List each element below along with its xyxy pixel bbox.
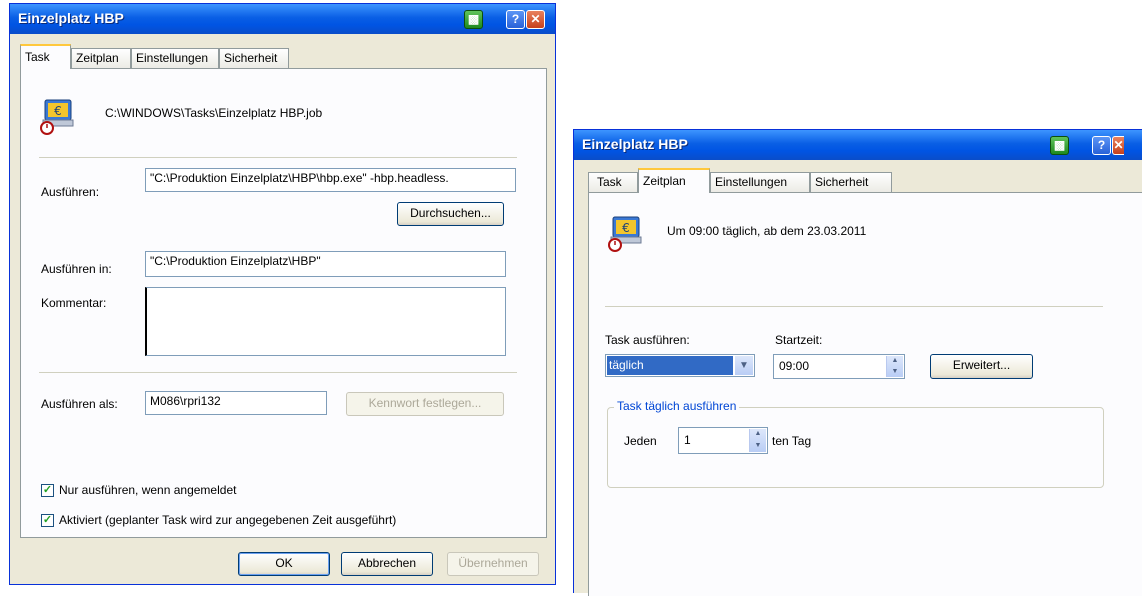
tab-einstellungen[interactable]: Einstellungen [710,172,810,192]
run-label: Ausführen: [41,185,100,199]
close-button[interactable]: ✕ [526,10,545,29]
comment-field[interactable] [145,287,506,356]
start-in-label: Ausführen in: [41,262,112,276]
spin-up-icon[interactable]: ▲ [887,356,903,367]
every-days-spinner[interactable]: ▲ ▼ [749,429,766,452]
every-days-field[interactable]: 1 ▲ ▼ [678,427,768,454]
close-button[interactable]: ✕ [1112,136,1124,155]
every-label: Jeden [624,434,657,448]
every-days-value: 1 [684,433,691,447]
tab-sicherheit[interactable]: Sicherheit [810,172,892,192]
svg-text:€: € [54,104,62,118]
job-path: C:\WINDOWS\Tasks\Einzelplatz HBP.job [105,106,323,120]
enabled-label: Aktiviert (geplanter Task wird zur angeg… [59,513,397,527]
only-if-logged-on-checkbox[interactable]: ✓ [41,484,54,497]
separator [605,306,1103,307]
tab-zeitplan[interactable]: Zeitplan [71,48,131,68]
daily-schedule-group: Task täglich ausführen Jeden 1 ▲ ▼ ten T… [607,399,1104,488]
scheduled-task-icon: € [608,216,642,252]
task-panel: € C:\WINDOWS\Tasks\Einzelplatz HBP.job A… [20,68,547,538]
schedule-panel: € Um 09:00 täglich, ab dem 23.03.2011 Ta… [588,192,1142,596]
enabled-checkbox[interactable]: ✓ [41,514,54,527]
task-dialog-left: Einzelplatz HBP ▩ ? ✕ Task Zeitplan Eins… [9,3,556,585]
schedule-task-value: täglich [607,356,733,375]
only-if-logged-on-label: Nur ausführen, wenn angemeldet [59,483,237,497]
start-time-label: Startzeit: [775,333,823,347]
apply-button[interactable]: Übernehmen [447,552,539,576]
tab-task[interactable]: Task [20,44,71,69]
tab-sicherheit[interactable]: Sicherheit [219,48,289,68]
ok-button[interactable]: OK [238,552,330,576]
schedule-task-dropdown[interactable]: täglich ▼ [605,354,755,377]
start-in-field[interactable]: "C:\Produktion Einzelplatz\HBP" [145,251,506,277]
spin-down-icon[interactable]: ▼ [750,441,766,453]
title-bar: Einzelplatz HBP ▩ ? ✕ [574,130,1142,160]
day-suffix-label: ten Tag [772,434,812,448]
svg-text:€: € [622,221,630,235]
chevron-down-icon[interactable]: ▼ [735,356,753,375]
comment-label: Kommentar: [41,296,107,310]
browse-button[interactable]: Durchsuchen... [397,202,504,226]
schedule-task-label: Task ausführen: [605,333,690,347]
tab-einstellungen[interactable]: Einstellungen [131,48,219,68]
start-time-field[interactable]: 09:00 ▲ ▼ [773,354,905,379]
scheduled-task-icon: € [40,99,74,135]
spin-up-icon[interactable]: ▲ [750,429,766,441]
window-title: Einzelplatz HBP [18,10,124,26]
scheduler-tray-icon: ▩ [464,10,483,29]
spin-down-icon[interactable]: ▼ [887,367,903,378]
run-as-field[interactable]: M086\rpri132 [145,391,327,415]
advanced-button[interactable]: Erweitert... [930,354,1033,379]
task-dialog-right: Einzelplatz HBP ▩ ? ✕ Task Zeitplan Eins… [573,129,1142,596]
cancel-button[interactable]: Abbrechen [341,552,433,576]
start-time-value: 09:00 [779,359,810,373]
help-button[interactable]: ? [506,10,525,29]
scheduler-tray-icon: ▩ [1050,136,1069,155]
tab-zeitplan[interactable]: Zeitplan [638,168,710,193]
set-password-button[interactable]: Kennwort festlegen... [346,392,504,416]
tab-task[interactable]: Task [588,172,638,192]
window-title: Einzelplatz HBP [582,136,688,152]
help-button[interactable]: ? [1092,136,1111,155]
title-bar: Einzelplatz HBP ▩ ? ✕ [10,4,555,34]
run-command-field[interactable]: "C:\Produktion Einzelplatz\HBP\hbp.exe" … [145,168,516,192]
separator [39,372,517,373]
separator [39,157,517,158]
group-title: Task täglich ausführen [614,399,740,413]
schedule-summary: Um 09:00 täglich, ab dem 23.03.2011 [667,224,867,238]
run-as-label: Ausführen als: [41,397,118,411]
start-time-spinner[interactable]: ▲ ▼ [886,356,903,377]
